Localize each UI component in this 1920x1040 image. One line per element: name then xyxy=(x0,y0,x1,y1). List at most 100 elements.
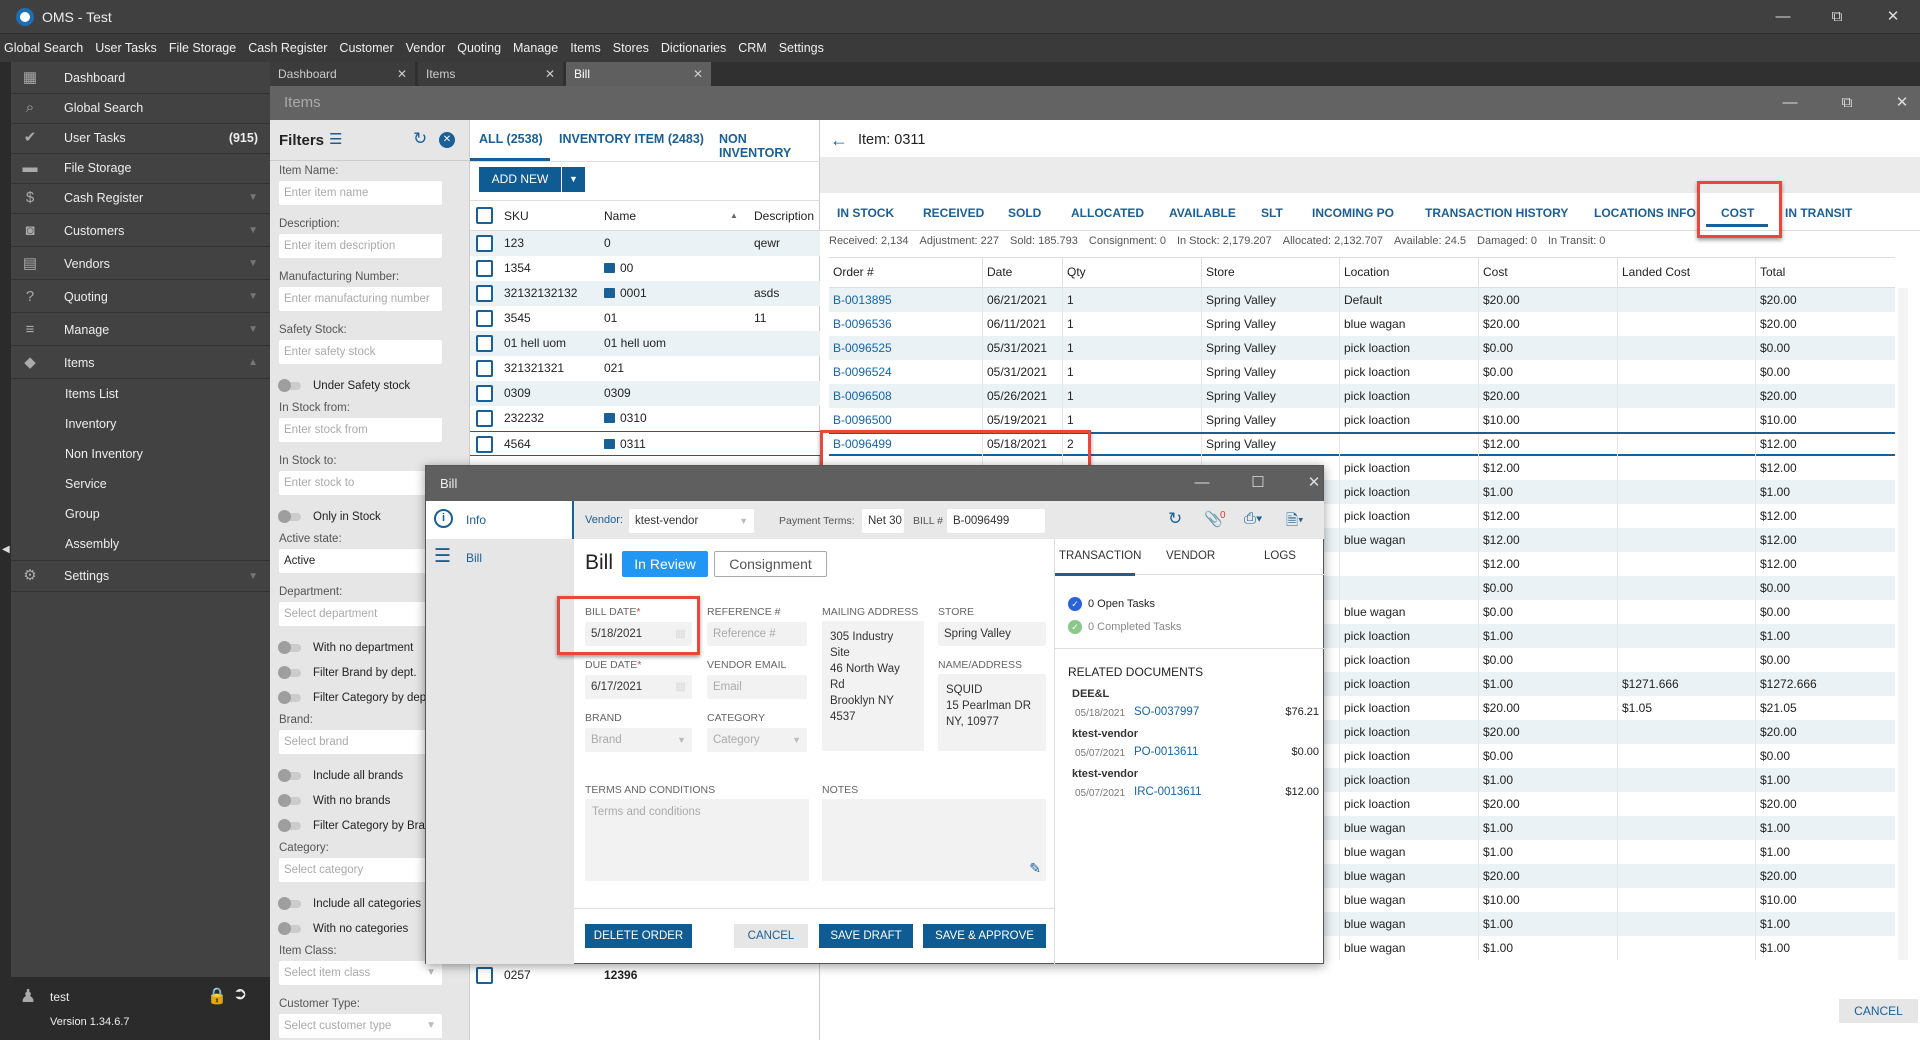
close-tab-icon[interactable]: ✕ xyxy=(397,62,407,86)
save-draft-button[interactable]: SAVE DRAFT xyxy=(819,924,913,948)
order-cell[interactable]: B-0096524 xyxy=(833,360,892,384)
side-tab-transaction[interactable]: TRANSACTION xyxy=(1059,550,1141,562)
sidebar-item-cash-register[interactable]: $ Cash Register ▼ xyxy=(11,182,270,214)
row-checkbox[interactable] xyxy=(476,410,493,427)
refresh-filters-icon[interactable]: ↻ xyxy=(413,129,427,149)
row-checkbox[interactable] xyxy=(476,360,493,377)
delete-order-button[interactable]: DELETE ORDER xyxy=(585,924,692,948)
table-row[interactable]: 32132132132 0001 asds xyxy=(470,281,820,306)
row-checkbox[interactable] xyxy=(476,285,493,302)
panel-minimize-icon[interactable]: — xyxy=(1770,92,1810,114)
sidebar-subitem-service[interactable]: Service xyxy=(65,477,107,491)
vendor-email-input[interactable]: Email xyxy=(707,675,807,699)
table-row[interactable]: 3545 01 11 xyxy=(470,306,820,331)
sidebar-subitem-items-list[interactable]: Items List xyxy=(65,387,119,401)
table-row[interactable]: 4564 0311 xyxy=(470,431,820,456)
sidebar-item-quoting[interactable]: ? Quoting ▼ xyxy=(11,281,270,313)
side-tab-vendor[interactable]: VENDOR xyxy=(1166,550,1215,562)
collapse-sidebar-icon[interactable]: ◀ xyxy=(2,544,10,555)
order-cell[interactable]: B-0096508 xyxy=(833,384,892,408)
column-header-order[interactable]: Order # xyxy=(833,265,874,279)
menu-user-tasks[interactable]: User Tasks xyxy=(95,41,157,55)
menu-items[interactable]: Items xyxy=(570,41,601,55)
sidebar-item-items[interactable]: ◆ Items ▲ xyxy=(11,347,270,379)
column-header-date[interactable]: Date xyxy=(987,265,1012,279)
toggle-switch[interactable] xyxy=(278,640,301,654)
sidebar-item-customers[interactable]: ◙ Customers ▼ xyxy=(11,215,270,247)
item-class-input[interactable]: Select item class ▼ xyxy=(279,961,442,985)
open-tasks[interactable]: 0 Open Tasks xyxy=(1088,598,1155,610)
detail-tab-in-stock[interactable]: IN STOCK xyxy=(837,206,894,220)
clear-filters-icon[interactable]: ✕ xyxy=(439,132,455,148)
brand-select[interactable]: Brand ▼ xyxy=(585,728,692,752)
detail-tab-allocated[interactable]: ALLOCATED xyxy=(1071,206,1144,220)
completed-tasks[interactable]: 0 Completed Tasks xyxy=(1088,621,1181,633)
safety-stock-input[interactable]: Enter safety stock xyxy=(279,340,442,364)
table-row[interactable]: 1354 00 xyxy=(470,256,820,281)
order-cell[interactable]: B-0096536 xyxy=(833,312,892,336)
restore-icon[interactable]: ⧉ xyxy=(1817,6,1857,28)
menu-global-search[interactable]: Global Search xyxy=(4,41,83,55)
modal-minimize-icon[interactable]: — xyxy=(1182,472,1222,494)
reference-input[interactable]: Reference # xyxy=(707,622,807,646)
calendar-icon[interactable]: ▦ xyxy=(675,675,686,699)
row-checkbox[interactable] xyxy=(476,385,493,402)
edit-pencil-icon[interactable]: ✎ xyxy=(1029,860,1041,877)
menu-cash-register[interactable]: Cash Register xyxy=(248,41,327,55)
order-cell[interactable]: B-0096499 xyxy=(833,434,892,454)
side-tab-logs[interactable]: LOGS xyxy=(1264,550,1296,562)
notes-textarea[interactable]: ✎ xyxy=(822,799,1046,881)
toggle-switch[interactable] xyxy=(278,818,301,832)
column-header-cost[interactable]: Cost xyxy=(1483,265,1508,279)
table-row[interactable]: 0309 0309 xyxy=(470,381,820,406)
detail-tab-transaction-history[interactable]: TRANSACTION HISTORY xyxy=(1425,206,1568,220)
row-checkbox[interactable] xyxy=(476,436,493,453)
menu-manage[interactable]: Manage xyxy=(513,41,558,55)
related-doc-link[interactable]: PO-0013611 xyxy=(1134,746,1198,758)
brand-input[interactable]: Select brand xyxy=(279,730,442,754)
sidebar-item-vendors[interactable]: ▤ Vendors ▼ xyxy=(11,248,270,280)
cost-row[interactable]: B-0096524 05/31/2021 1 Spring Valley pick lo… xyxy=(829,360,1895,384)
table-row[interactable]: 0257 12396 xyxy=(470,963,820,988)
panel-restore-icon[interactable]: ⧉ xyxy=(1827,92,1867,114)
nav-item-info[interactable]: i Info xyxy=(426,501,574,539)
close-tab-icon[interactable]: ✕ xyxy=(693,62,703,86)
calendar-icon[interactable]: ▦ xyxy=(675,622,686,646)
doc-tab-dashboard[interactable]: Dashboard ✕ xyxy=(270,62,415,86)
add-new-dropdown-icon[interactable]: ▼ xyxy=(562,167,585,192)
modal-maximize-icon[interactable]: ☐ xyxy=(1238,472,1278,494)
column-header-store[interactable]: Store xyxy=(1206,265,1235,279)
table-row[interactable]: 232232 0310 xyxy=(470,406,820,431)
save-approve-button[interactable]: SAVE & APPROVE xyxy=(923,924,1046,948)
bill-number-field[interactable]: B-0096499 xyxy=(947,509,1045,533)
refresh-icon[interactable]: ↻ xyxy=(1168,509,1182,529)
description-input[interactable]: Enter item description xyxy=(279,234,442,258)
column-header-location[interactable]: Location xyxy=(1344,265,1389,279)
column-header-qty[interactable]: Qty xyxy=(1067,265,1086,279)
related-doc-link[interactable]: IRC-0013611 xyxy=(1134,786,1202,798)
menu-customer[interactable]: Customer xyxy=(339,41,393,55)
sidebar-item-file-storage[interactable]: ▬ File Storage xyxy=(11,152,270,184)
sidebar-subitem-inventory[interactable]: Inventory xyxy=(65,417,116,431)
terms-textarea[interactable]: Terms and conditions xyxy=(585,799,809,881)
order-cell[interactable]: B-0096525 xyxy=(833,336,892,360)
sidebar-subitem-non-inventory[interactable]: Non Inventory xyxy=(65,447,143,461)
print-icon[interactable]: ⎙▾ xyxy=(1244,510,1262,527)
cost-row[interactable]: B-0096525 05/31/2021 1 Spring Valley pick lo… xyxy=(829,336,1895,360)
bill-date-input[interactable]: 5/18/2021 ▦ xyxy=(585,622,692,646)
detail-tab-slt[interactable]: SLT xyxy=(1261,206,1283,220)
toggle-switch[interactable] xyxy=(278,896,301,910)
modal-close-icon[interactable]: ✕ xyxy=(1294,472,1334,494)
sidebar-subitem-group[interactable]: Group xyxy=(65,507,100,521)
toggle-switch[interactable] xyxy=(278,921,301,935)
customer-type-input[interactable]: Select customer type ▼ xyxy=(279,1014,442,1038)
cancel-button[interactable]: CANCEL xyxy=(734,924,808,948)
related-doc-link[interactable]: SO-0037997 xyxy=(1134,706,1199,718)
menu-vendor[interactable]: Vendor xyxy=(406,41,446,55)
detail-tab-locations-info[interactable]: LOCATIONS INFO xyxy=(1594,206,1696,220)
sidebar-item-dashboard[interactable]: ▦ Dashboard xyxy=(11,62,270,94)
scrollbar[interactable] xyxy=(1898,288,1908,960)
in-stock-to-input[interactable]: Enter stock to xyxy=(279,471,442,495)
toggle-switch[interactable] xyxy=(278,665,301,679)
sidebar-item-user-tasks[interactable]: ✔ User Tasks (915) xyxy=(11,122,270,154)
